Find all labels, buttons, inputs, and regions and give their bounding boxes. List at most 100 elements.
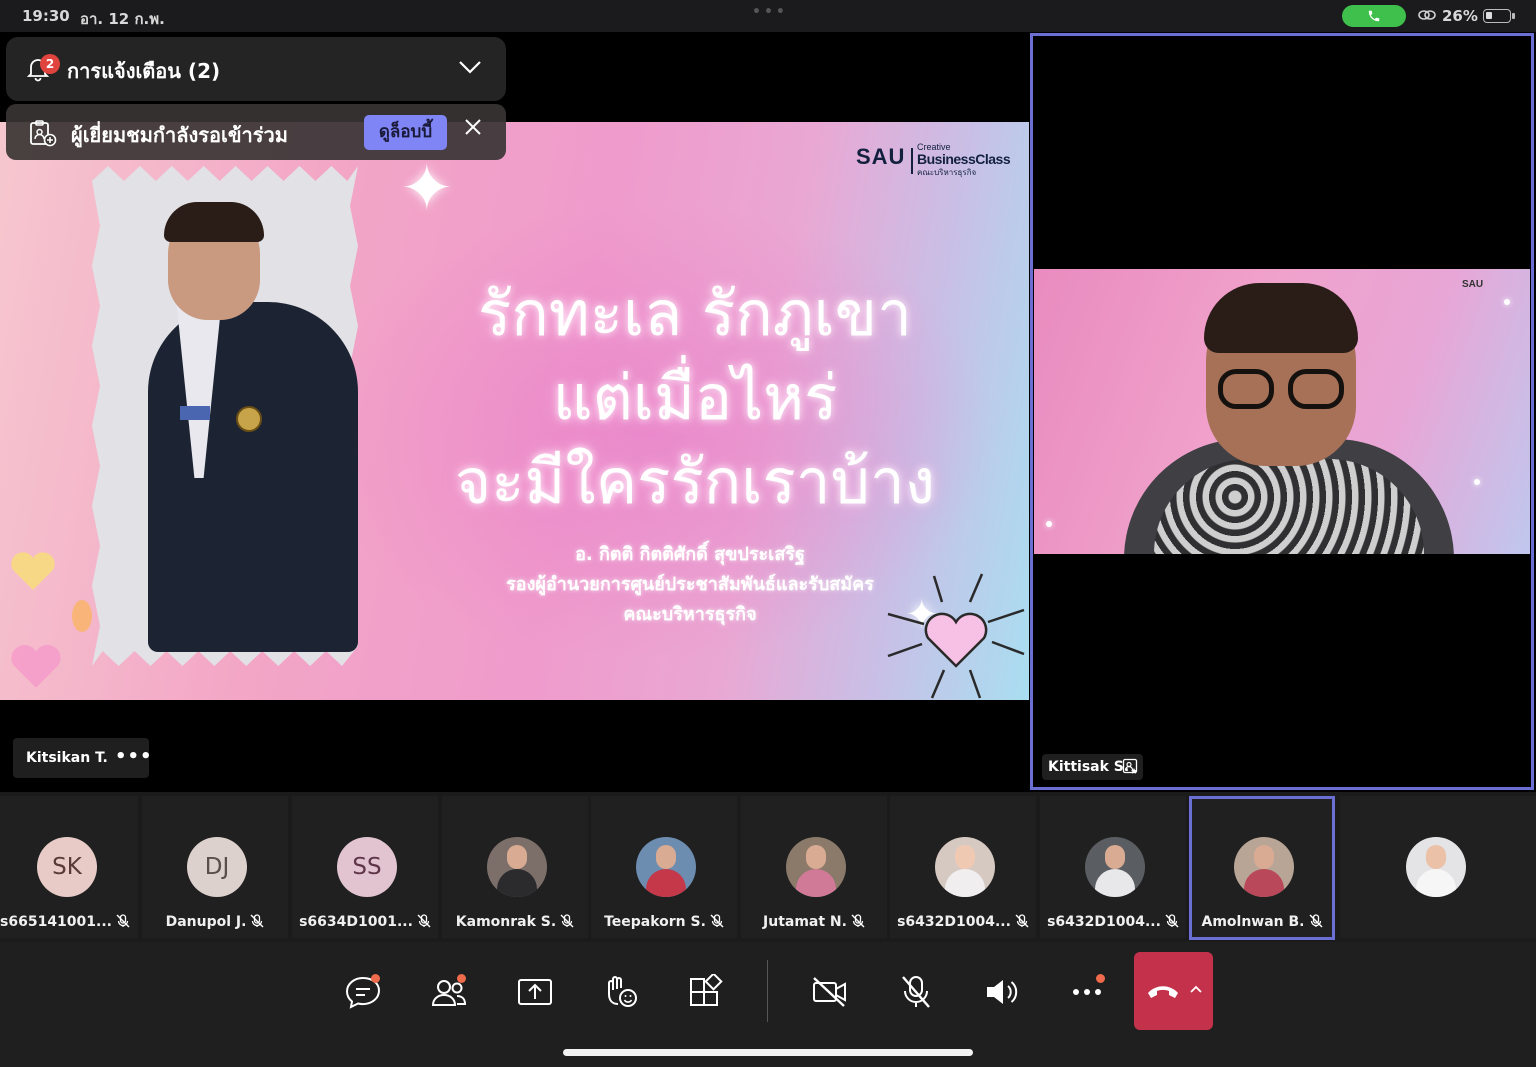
- react-icon: [608, 976, 637, 1007]
- chat-button[interactable]: [343, 974, 383, 1010]
- teams-meeting-screen: 19:30 อา. 12 ก.พ. ••• 26% ✦ ✦ SAU Creati…: [0, 0, 1536, 1067]
- participant-tile[interactable]: Kamonrak S.: [442, 796, 588, 938]
- avatar-photo-face: [1426, 845, 1446, 869]
- participant-name: Amolnwan B.: [1201, 914, 1305, 930]
- avatar: SS: [337, 837, 397, 897]
- participant-tile[interactable]: Teepakorn S.: [591, 796, 737, 938]
- participant-name-row: s6432D1004...: [890, 914, 1036, 930]
- battery-icon: [1483, 9, 1511, 23]
- avatar-photo: [786, 837, 846, 897]
- participants-button[interactable]: [429, 974, 469, 1010]
- notifications-title[interactable]: การแจ้งเตือน (2): [67, 55, 220, 87]
- slide-title: รักทะเล รักภูเขา แต่เมื่อไหร่ จะมีใครรัก…: [380, 272, 1010, 524]
- chevron-down-icon[interactable]: [458, 60, 482, 74]
- participant-tile[interactable]: s6432D1004...: [1040, 796, 1186, 938]
- participant-name-row: s6634D1001...: [292, 914, 438, 930]
- mic-off-icon: [250, 914, 264, 928]
- avatar-photo-face: [955, 845, 975, 869]
- avatar-photo-body: [497, 869, 537, 897]
- participant-name: Jutamat N.: [763, 914, 847, 930]
- avatar-photo: [1085, 837, 1145, 897]
- speaker-name-tag[interactable]: Kittisak S.: [1042, 754, 1143, 780]
- more-alert-dot: [1096, 974, 1105, 983]
- view-lobby-button[interactable]: ดูล็อบบี้: [364, 115, 447, 150]
- status-bar: 19:30 อา. 12 ก.พ. ••• 26%: [0, 0, 1536, 32]
- sparkle-icon: ✦: [400, 152, 454, 226]
- speaker-glasses-lens: [1288, 369, 1344, 409]
- lobby-message: ผู้เยี่ยมชมกำลังรอเข้าร่วม: [71, 123, 288, 147]
- participant-tile[interactable]: DJ Danupol J.: [142, 796, 288, 938]
- camera-toggle-button[interactable]: [810, 974, 850, 1010]
- chevron-up-icon[interactable]: [1190, 985, 1202, 993]
- more-options-icon[interactable]: •••: [115, 746, 153, 767]
- mic-off-icon: [417, 914, 431, 928]
- participant-tile[interactable]: Jutamat N.: [741, 796, 887, 938]
- speaker-button[interactable]: [982, 974, 1022, 1010]
- status-time: 19:30: [22, 7, 70, 25]
- link-icon: [1418, 10, 1436, 20]
- presenter-photo-hair: [164, 202, 264, 242]
- avatar-photo-body: [945, 869, 985, 897]
- avatar: SK: [37, 837, 97, 897]
- presenter-name-tag[interactable]: Kitsikan T. •••: [13, 738, 152, 778]
- avatar-photo: [1234, 837, 1294, 897]
- speaker-name: Kittisak S.: [1048, 759, 1130, 775]
- participant-tile[interactable]: SS s6634D1001...: [292, 796, 438, 938]
- presenter-photo-stripe: [180, 406, 210, 420]
- multitask-dots-icon[interactable]: •••: [752, 4, 788, 20]
- speaker-glasses-lens: [1218, 369, 1274, 409]
- participant-name-row: Amolnwan B.: [1192, 914, 1332, 930]
- speaker-video-logo: SAU: [1462, 279, 1484, 290]
- participant-tile[interactable]: s6432D1004...: [890, 796, 1036, 938]
- battery-fill: [1486, 12, 1492, 19]
- avatar-photo-face: [656, 845, 676, 869]
- avatar-photo-body: [796, 869, 836, 897]
- share-screen-button[interactable]: [515, 974, 555, 1010]
- participants-alert-dot: [457, 974, 466, 983]
- active-call-pill[interactable]: [1342, 5, 1406, 27]
- participant-name-row: Jutamat N.: [741, 914, 887, 930]
- close-icon[interactable]: [464, 118, 482, 136]
- avatar-photo-body: [646, 869, 686, 897]
- mic-off-icon: [560, 914, 574, 928]
- heart-icon: [72, 600, 92, 632]
- participant-name: s6634D1001...: [299, 914, 413, 930]
- mic-off-icon: [1015, 914, 1029, 928]
- university-emblem-icon: [236, 406, 262, 432]
- slide-title-line: รักทะเล รักภูเขา: [478, 277, 912, 350]
- share-screen-icon: [518, 979, 552, 1005]
- apps-button[interactable]: [686, 972, 726, 1010]
- participant-name: s6432D1004...: [1047, 914, 1161, 930]
- more-button[interactable]: [1068, 974, 1108, 1010]
- participant-tile-active[interactable]: Amolnwan B.: [1189, 796, 1335, 940]
- hang-up-icon: [1148, 986, 1178, 998]
- notification-count-badge: 2: [40, 54, 60, 74]
- shared-slide[interactable]: ✦ ✦ SAU Creative BusinessClass คณะบริหาร…: [0, 122, 1029, 700]
- mic-off-icon: [710, 914, 724, 928]
- participant-tile[interactable]: SK s665141001...: [0, 796, 138, 938]
- participant-tile[interactable]: [1340, 796, 1536, 938]
- battery-percent: 26%: [1442, 7, 1478, 25]
- speaker-glasses: [1218, 369, 1348, 409]
- participant-name: Danupol J.: [165, 914, 247, 930]
- avatar-photo-body: [1416, 869, 1456, 897]
- participant-name: Teepakorn S.: [604, 914, 706, 930]
- mic-off-icon: [851, 914, 865, 928]
- home-indicator[interactable]: [563, 1049, 973, 1056]
- heart-icon: [11, 644, 61, 688]
- speaker-hair: [1204, 283, 1358, 353]
- participant-name: Kamonrak S.: [455, 914, 557, 930]
- presenter-role-icon: [1122, 758, 1138, 774]
- avatar-photo-face: [806, 845, 826, 869]
- participant-name-row: s665141001...: [0, 914, 138, 930]
- slide-subtitle-line: อ. กิตติ กิตติศักดิ์ สุขประเสริฐ: [575, 544, 805, 565]
- sau-logo-faculty: คณะบริหารธุรกิจ: [917, 168, 977, 177]
- participant-name-row: Danupol J.: [142, 914, 288, 930]
- participant-name: s665141001...: [0, 914, 112, 930]
- camera-off-icon: [813, 977, 846, 1007]
- mic-toggle-button[interactable]: [896, 974, 936, 1010]
- react-button[interactable]: [601, 974, 641, 1010]
- lobby-waiting-icon: [30, 120, 57, 147]
- participant-name-row: Kamonrak S.: [442, 914, 588, 930]
- hang-up-button[interactable]: [1134, 952, 1213, 1030]
